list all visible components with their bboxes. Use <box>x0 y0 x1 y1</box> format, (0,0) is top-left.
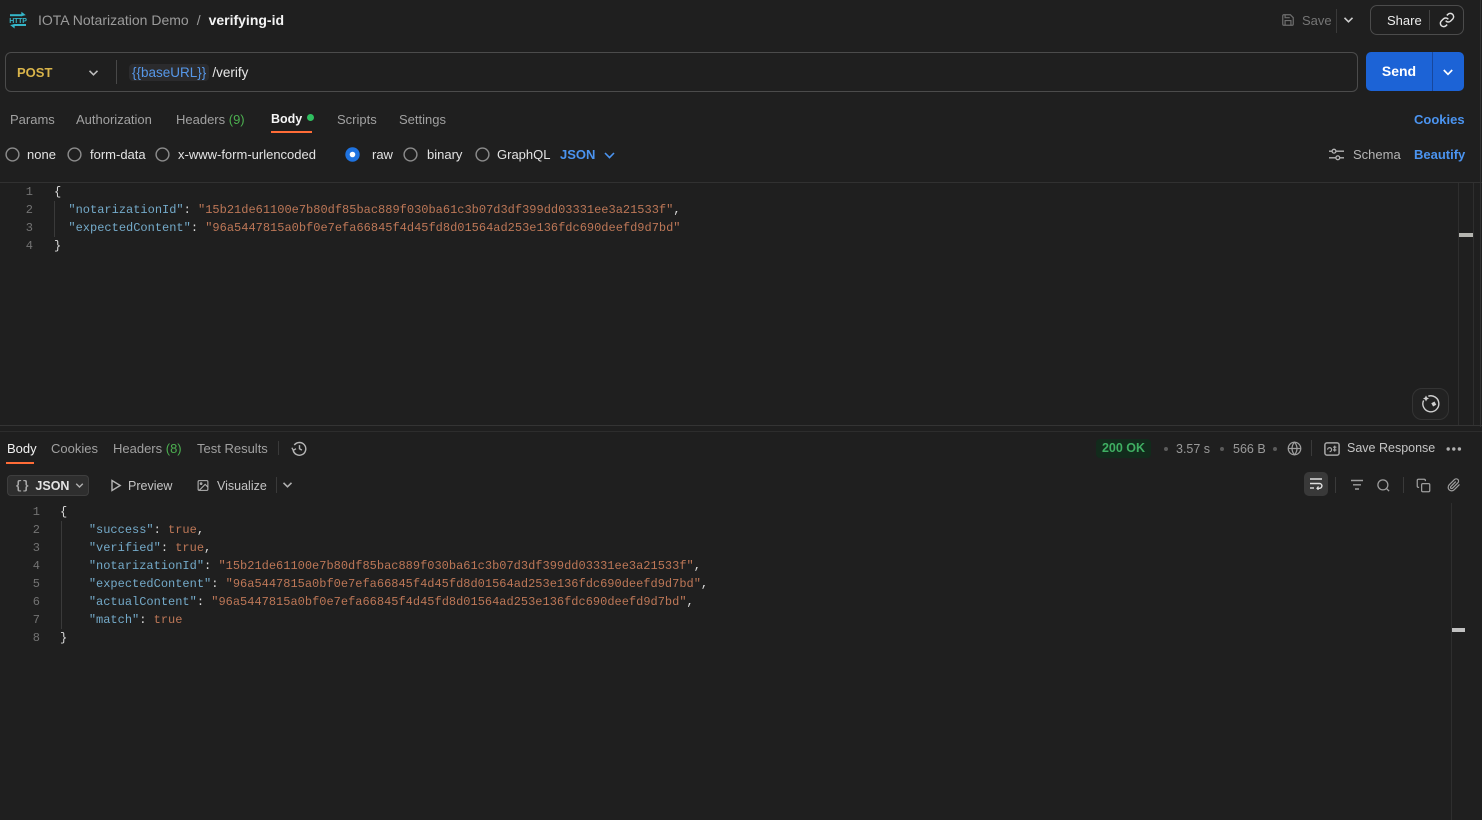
svg-text:HTTP: HTTP <box>9 18 27 25</box>
